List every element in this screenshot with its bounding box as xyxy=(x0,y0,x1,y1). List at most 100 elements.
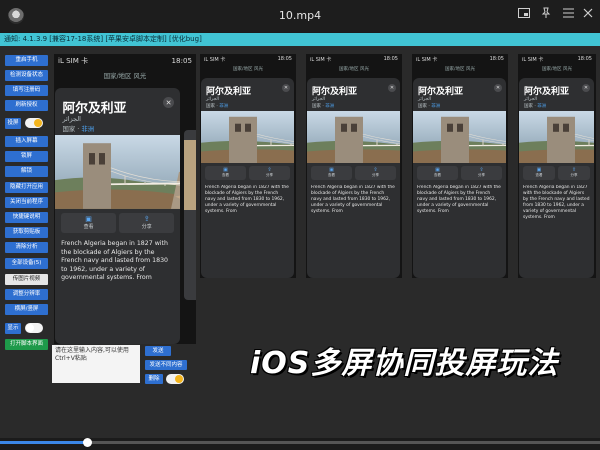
sidebar-button[interactable]: 检测设备状态 xyxy=(5,70,48,81)
window-title: 10.mp4 xyxy=(278,9,322,22)
sidebar-button[interactable]: 关闭当前程序 xyxy=(5,197,48,208)
message-input[interactable]: 请在这里输入内容,可以使用Ctrl+V粘贴 xyxy=(52,345,140,383)
phone-main-screen[interactable]: iL SIM 卡 18:05 国家/地区 风光 阿尔及利亚 الجزائر 国家… xyxy=(54,54,196,344)
menu-icon[interactable] xyxy=(560,7,576,23)
card-title: 阿尔及利亚 xyxy=(418,87,464,97)
view-label: 查看 xyxy=(83,224,94,231)
card-description: French Algeria began in 1827 with the bl… xyxy=(311,185,395,214)
sidebar-button[interactable]: 打开脚本界面 xyxy=(5,339,48,350)
phone-mirror-1[interactable]: iL SIM 卡 18:05 国家/地区 风光 阿尔及利亚 الجزائر 国家… xyxy=(200,54,296,278)
sidebar-toggle[interactable] xyxy=(25,323,43,333)
phone-mirror-4[interactable]: iL SIM 卡 18:05 国家/地区 风光 阿尔及利亚 الجزائر 国家… xyxy=(518,54,596,278)
next-card-peek[interactable] xyxy=(184,130,196,300)
sidebar-button[interactable]: 投屏 xyxy=(5,118,21,129)
share-button[interactable]: ⇪ 分享 xyxy=(249,166,290,180)
sidebar-button[interactable]: 调整分辨率 xyxy=(5,289,48,300)
card-actions: ▣ 查看 ⇪ 分享 xyxy=(523,166,590,180)
card-subtitle: الجزائر xyxy=(62,115,81,124)
view-button[interactable]: ▣ 查看 xyxy=(311,166,352,180)
card-title: 阿尔及利亚 xyxy=(206,87,252,97)
sidebar-button[interactable]: 传图片视频 xyxy=(5,274,48,285)
close-card-icon[interactable]: ✕ xyxy=(282,84,290,92)
phone-tabs: 国家/地区 风光 xyxy=(445,67,475,72)
sidebar-button[interactable]: 获取剪贴板 xyxy=(5,227,48,238)
card-description: French Algeria began in 1827 with the bl… xyxy=(61,240,169,282)
close-card-icon[interactable]: ✕ xyxy=(494,84,502,92)
video-progress-bar[interactable] xyxy=(0,438,600,447)
status-time: 18:05 xyxy=(277,56,292,62)
toggle-knob xyxy=(34,119,42,127)
view-label: 查看 xyxy=(535,173,543,177)
share-button[interactable]: ⇪ 分享 xyxy=(558,166,590,180)
pin-icon[interactable] xyxy=(538,7,554,23)
card-meta: 国家 · 非洲 xyxy=(206,104,229,109)
phone-mirror-2[interactable]: iL SIM 卡 18:05 国家/地区 风光 阿尔及利亚 الجزائر 国家… xyxy=(306,54,402,278)
view-button[interactable]: ▣ 查看 xyxy=(417,166,458,180)
card-title: 阿尔及利亚 xyxy=(62,100,127,116)
card-image xyxy=(201,111,294,163)
phone-status-bar: iL SIM 卡 18:05 xyxy=(58,56,192,66)
sidebar-button[interactable]: 锁屏 xyxy=(5,151,48,162)
status-time: 18:05 xyxy=(383,56,398,62)
meta-label: 国家 xyxy=(418,104,427,109)
view-button[interactable]: ▣ 查看 xyxy=(523,166,555,180)
country-card: 阿尔及利亚 الجزائر 国家 · 非洲 ✕ ▣ 查看 ⇪ 分享 French… xyxy=(55,88,180,344)
card-actions: ▣ 查看 ⇪ 分享 xyxy=(417,166,502,180)
country-card: 阿尔及利亚 الجزائر 国家 · 非洲 ✕ ▣ 查看 ⇪ 分享 French… xyxy=(519,78,594,278)
meta-link[interactable]: 非洲 xyxy=(325,104,334,109)
phone-mirror-3[interactable]: iL SIM 卡 18:05 国家/地区 风光 阿尔及利亚 الجزائر 国家… xyxy=(412,54,508,278)
carrier-label: iL SIM 卡 xyxy=(310,57,332,63)
sidebar-button[interactable]: 刷新授权 xyxy=(5,100,48,111)
phone-tabs: 国家/地区 风光 xyxy=(339,67,369,72)
view-button[interactable]: ▣ 查看 xyxy=(61,213,117,233)
send-toggle[interactable] xyxy=(166,374,184,384)
sidebar-button[interactable]: 横屏/竖屏 xyxy=(5,304,48,315)
status-time: 18:05 xyxy=(489,56,504,62)
notification-strip: 通知: 4.1.3.9 [兼容17-18系统] [苹果安卓脚本定制] [优化bu… xyxy=(0,33,600,46)
close-card-icon[interactable]: ✕ xyxy=(388,84,396,92)
sidebar-button[interactable]: 显示 xyxy=(5,323,21,334)
sidebar-button[interactable]: 快捷键说明 xyxy=(5,212,48,223)
delete-button[interactable]: 删除 xyxy=(145,374,163,384)
send-button[interactable]: 发送 xyxy=(145,346,171,356)
card-actions: ▣ 查看 ⇪ 分享 xyxy=(205,166,290,180)
phone-tabs: 国家/地区 风光 xyxy=(542,67,572,72)
progress-thumb[interactable] xyxy=(83,438,92,447)
sidebar-toggle[interactable] xyxy=(25,118,43,128)
meta-link[interactable]: 非洲 xyxy=(81,125,94,133)
meta-link[interactable]: 非洲 xyxy=(431,104,440,109)
card-description: French Algeria began in 1827 with the bl… xyxy=(417,185,501,214)
carrier-label: iL SIM 卡 xyxy=(522,57,544,63)
bridge-photo xyxy=(307,111,400,163)
sidebar-button[interactable]: 插入屏幕 xyxy=(5,136,48,147)
sidebar-button[interactable]: 解锁 xyxy=(5,166,48,177)
meta-label: 国家 xyxy=(62,124,76,133)
send-different-button[interactable]: 发送不同内容 xyxy=(145,360,187,370)
share-button[interactable]: ⇪ 分享 xyxy=(461,166,502,180)
carrier-label: iL SIM 卡 xyxy=(416,57,438,63)
share-button[interactable]: ⇪ 分享 xyxy=(355,166,396,180)
close-card-icon[interactable]: ✕ xyxy=(162,96,175,108)
share-button[interactable]: ⇪ 分享 xyxy=(119,213,175,233)
sidebar-button[interactable]: 重启手机 xyxy=(5,55,48,66)
sidebar-button[interactable]: 全部设备(5) xyxy=(5,258,48,269)
close-card-icon[interactable]: ✕ xyxy=(582,84,590,92)
bridge-photo xyxy=(201,111,294,163)
card-subtitle: الجزائر xyxy=(524,97,537,102)
sidebar-button[interactable]: 填写注册码 xyxy=(5,85,48,96)
card-meta: 国家 · 非洲 xyxy=(524,104,547,109)
meta-link[interactable]: 非洲 xyxy=(537,104,546,109)
sidebar-button[interactable]: 清除分析 xyxy=(5,242,48,253)
picture-in-picture-icon[interactable] xyxy=(516,7,532,23)
card-actions: ▣ 查看 ⇪ 分享 xyxy=(61,213,175,233)
bridge-photo xyxy=(413,111,506,163)
card-description: French Algeria began in 1827 with the bl… xyxy=(205,185,289,214)
close-icon[interactable] xyxy=(580,7,596,23)
carrier-label: iL SIM 卡 xyxy=(58,56,89,65)
headline-caption: iOS多屏协同投屏玩法 xyxy=(250,346,559,381)
sidebar-button[interactable]: 隐藏打开应用 xyxy=(5,182,48,193)
meta-link[interactable]: 非洲 xyxy=(219,104,228,109)
bridge-photo xyxy=(519,111,594,163)
share-icon: ⇪ xyxy=(143,214,150,224)
view-button[interactable]: ▣ 查看 xyxy=(205,166,246,180)
